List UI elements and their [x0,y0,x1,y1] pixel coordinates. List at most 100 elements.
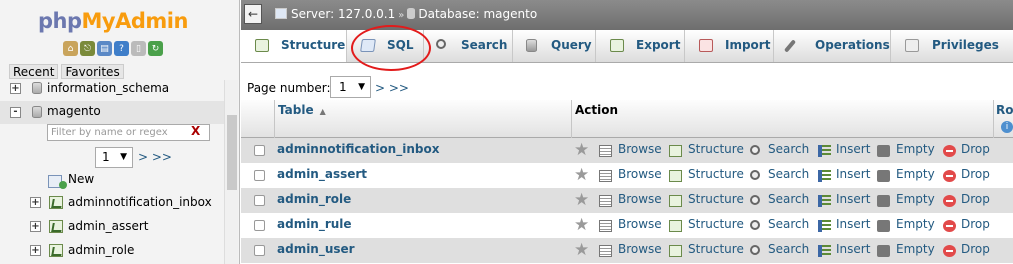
insert-link[interactable]: Insert [836,217,870,231]
table-name-link[interactable]: admin_user [277,242,355,256]
sql-query-window-icon[interactable]: ▤ [97,41,112,56]
search-link[interactable]: Search [768,142,809,156]
insert-link[interactable]: Insert [836,242,870,256]
empty-link[interactable]: Empty [896,167,935,181]
collapse-icon[interactable]: - [10,107,21,118]
drop-icon [943,195,956,207]
table-filter-input[interactable]: Filter by name or regex [47,124,210,141]
browse-link[interactable]: Browse [618,142,662,156]
browse-link[interactable]: Browse [618,242,662,256]
next-page-link[interactable]: > >> [375,81,409,95]
nav-next-page-link[interactable]: > >> [138,150,172,164]
page-number-select[interactable]: 1 ▼ [330,76,371,98]
tab-structure[interactable]: Structure [241,30,347,62]
search-link[interactable]: Search [768,217,809,231]
tree-item-table[interactable]: + admin_assert [0,216,224,240]
table-name[interactable]: admin_assert [68,219,148,233]
clear-filter-icon[interactable]: X [191,124,200,138]
structure-link[interactable]: Structure [688,192,744,206]
empty-icon [877,170,890,182]
tab-operations[interactable]: Operations [774,30,891,62]
scrollbar-thumb[interactable] [227,115,237,190]
tab-privileges[interactable]: Privileges [891,30,1013,62]
search-link[interactable]: Search [768,242,809,256]
home-icon[interactable]: ⌂ [63,41,78,56]
structure-link[interactable]: Structure [688,142,744,156]
insert-link[interactable]: Insert [836,142,870,156]
tree-item-table[interactable]: + adminnotification_inbox [0,192,224,216]
favorite-star-icon[interactable]: ★ [574,190,589,210]
row-checkbox[interactable] [254,195,265,206]
drop-icon [943,145,956,157]
expand-icon[interactable]: + [30,221,41,232]
expand-icon[interactable]: + [30,197,41,208]
nav-scrollbar[interactable] [224,80,238,264]
row-checkbox[interactable] [254,145,265,156]
expand-icon[interactable]: + [30,245,41,256]
plus-badge-icon [59,181,67,189]
tab-export[interactable]: Export [596,30,685,62]
favorite-star-icon[interactable]: ★ [574,165,589,185]
empty-link[interactable]: Empty [896,192,935,206]
structure-link[interactable]: Structure [688,242,744,256]
drop-link[interactable]: Drop [961,142,990,156]
favorites-tab[interactable]: Favorites [61,64,124,79]
structure-icon [669,145,682,157]
expand-icon[interactable]: + [10,83,21,94]
tab-search[interactable]: Search [424,30,513,62]
table-name[interactable]: adminnotification_inbox [68,195,212,209]
logout-icon[interactable]: ⎋ [80,41,95,56]
drop-link[interactable]: Drop [961,242,990,256]
recent-tab[interactable]: Recent [9,64,59,79]
reload-icon[interactable]: ↻ [148,41,163,56]
empty-link[interactable]: Empty [896,217,935,231]
phpmyadmin-logo[interactable]: phpMyAdmin [38,9,188,33]
tab-query[interactable]: Query [513,30,596,62]
favorite-star-icon[interactable]: ★ [574,240,589,260]
collapse-navigation-button[interactable]: ← [244,4,262,24]
favorite-star-icon[interactable]: ★ [574,140,589,160]
structure-link[interactable]: Structure [688,167,744,181]
tree-item-information-schema[interactable]: + information_schema [0,78,224,102]
structure-link[interactable]: Structure [688,217,744,231]
table-name-link[interactable]: admin_role [277,192,351,206]
drop-link[interactable]: Drop [961,192,990,206]
table-name-link[interactable]: adminnotification_inbox [277,142,439,156]
info-icon[interactable]: i [1001,121,1013,133]
search-link[interactable]: Search [768,167,809,181]
tree-item-magento[interactable]: - magento [0,101,224,124]
drop-link[interactable]: Drop [961,217,990,231]
column-header-table[interactable]: Table ▲ [278,103,326,117]
tree-item-new[interactable]: New [0,168,224,192]
tab-label: Privileges [932,38,999,52]
database-name[interactable]: information_schema [47,81,169,95]
search-icon [750,245,760,255]
table-name-link[interactable]: admin_assert [277,167,367,181]
row-checkbox[interactable] [254,245,265,256]
browse-link[interactable]: Browse [618,192,662,206]
table-name-link[interactable]: admin_rule [277,217,352,231]
browse-link[interactable]: Browse [618,217,662,231]
row-checkbox[interactable] [254,170,265,181]
sort-ascending-icon: ▲ [319,107,326,116]
browse-link[interactable]: Browse [618,167,662,181]
breadcrumb-database[interactable]: Database: magento [418,7,537,21]
insert-link[interactable]: Insert [836,167,870,181]
tab-import[interactable]: Import [685,30,774,62]
table-name[interactable]: admin_role [68,243,134,257]
tree-item-table[interactable]: + admin_role [0,240,224,264]
favorite-star-icon[interactable]: ★ [574,215,589,235]
row-checkbox[interactable] [254,220,265,231]
breadcrumb-server[interactable]: Server: 127.0.0.1 [291,7,395,21]
column-header-rows[interactable]: Ro [996,103,1013,117]
empty-link[interactable]: Empty [896,242,935,256]
insert-link[interactable]: Insert [836,192,870,206]
database-name[interactable]: magento [47,104,101,118]
documentation-icon[interactable]: ▯ [131,41,146,56]
search-link[interactable]: Search [768,192,809,206]
empty-link[interactable]: Empty [896,142,935,156]
help-icon[interactable]: ? [114,41,129,56]
new-table-label[interactable]: New [68,172,94,186]
drop-link[interactable]: Drop [961,167,990,181]
nav-page-select[interactable]: 1 ▼ [95,147,133,168]
